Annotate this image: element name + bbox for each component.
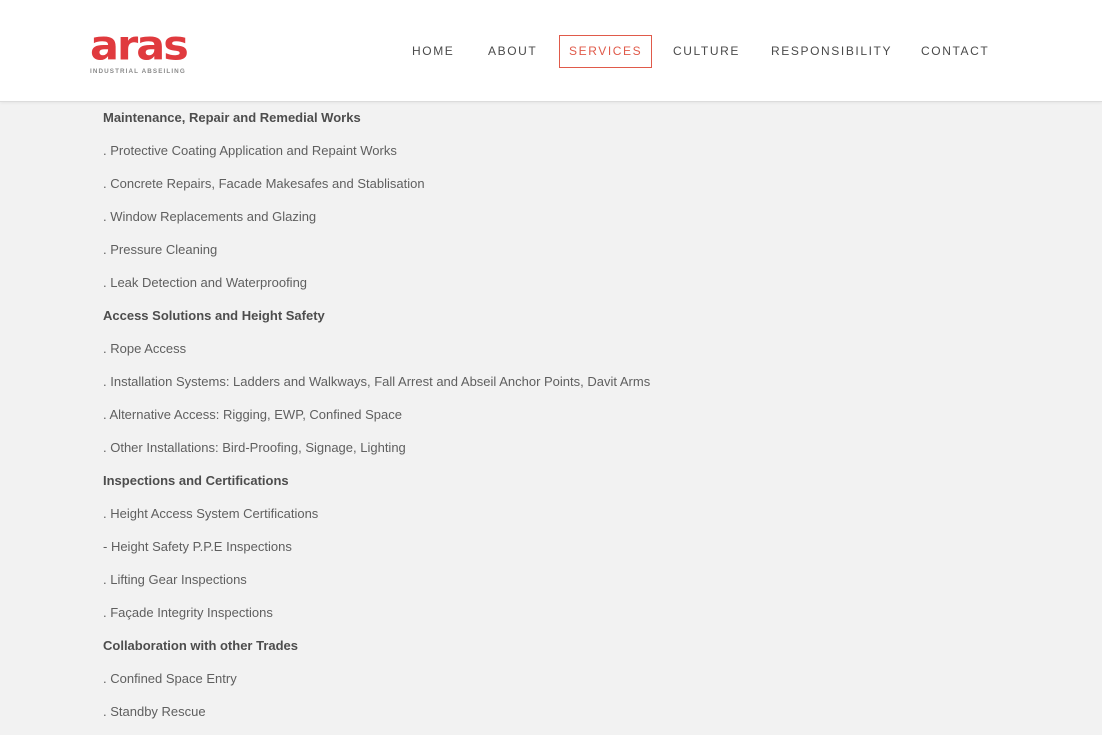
- section-heading: Access Solutions and Height Safety: [103, 308, 325, 323]
- nav-about[interactable]: ABOUT: [488, 35, 537, 68]
- service-item: - Height Safety P.P.E Inspections: [103, 539, 292, 554]
- service-item: . Leak Detection and Waterproofing: [103, 275, 308, 290]
- service-item: . Pressure Cleaning: [103, 242, 218, 257]
- nav-home[interactable]: HOME: [412, 35, 454, 68]
- service-item: . Installation Systems: Ladders and Walk…: [103, 374, 651, 389]
- service-item: . Façade Integrity Inspections: [103, 605, 273, 620]
- service-item: . Alternative Access: Rigging, EWP, Conf…: [103, 407, 402, 422]
- service-item: . Window Replacements and Glazing: [103, 209, 317, 224]
- service-item: . Standby Rescue: [103, 704, 206, 719]
- main-nav: HOME ABOUT SERVICES CULTURE RESPONSIBILI…: [0, 35, 1102, 68]
- services-list: Maintenance, Repair and Remedial Works .…: [103, 108, 1003, 735]
- nav-culture[interactable]: CULTURE: [673, 35, 740, 68]
- service-item: . Rope Access: [103, 341, 187, 356]
- service-item: . Protective Coating Application and Rep…: [103, 143, 397, 158]
- service-item: . Other Installations: Bird-Proofing, Si…: [103, 440, 406, 455]
- nav-contact[interactable]: CONTACT: [921, 35, 989, 68]
- service-item: . Confined Space Entry: [103, 671, 237, 686]
- nav-responsibility[interactable]: RESPONSIBILITY: [771, 35, 892, 68]
- section-heading: Maintenance, Repair and Remedial Works: [103, 110, 361, 125]
- service-item: . Concrete Repairs, Facade Makesafes and…: [103, 176, 425, 191]
- service-item: . Lifting Gear Inspections: [103, 572, 247, 587]
- section-heading: Inspections and Certifications: [103, 473, 289, 488]
- nav-services[interactable]: SERVICES: [559, 35, 653, 68]
- service-item: . Height Access System Certifications: [103, 506, 319, 521]
- site-header: aras INDUSTRIAL ABSEILING HOME ABOUT SER…: [0, 0, 1102, 102]
- section-heading: Collaboration with other Trades: [103, 638, 299, 653]
